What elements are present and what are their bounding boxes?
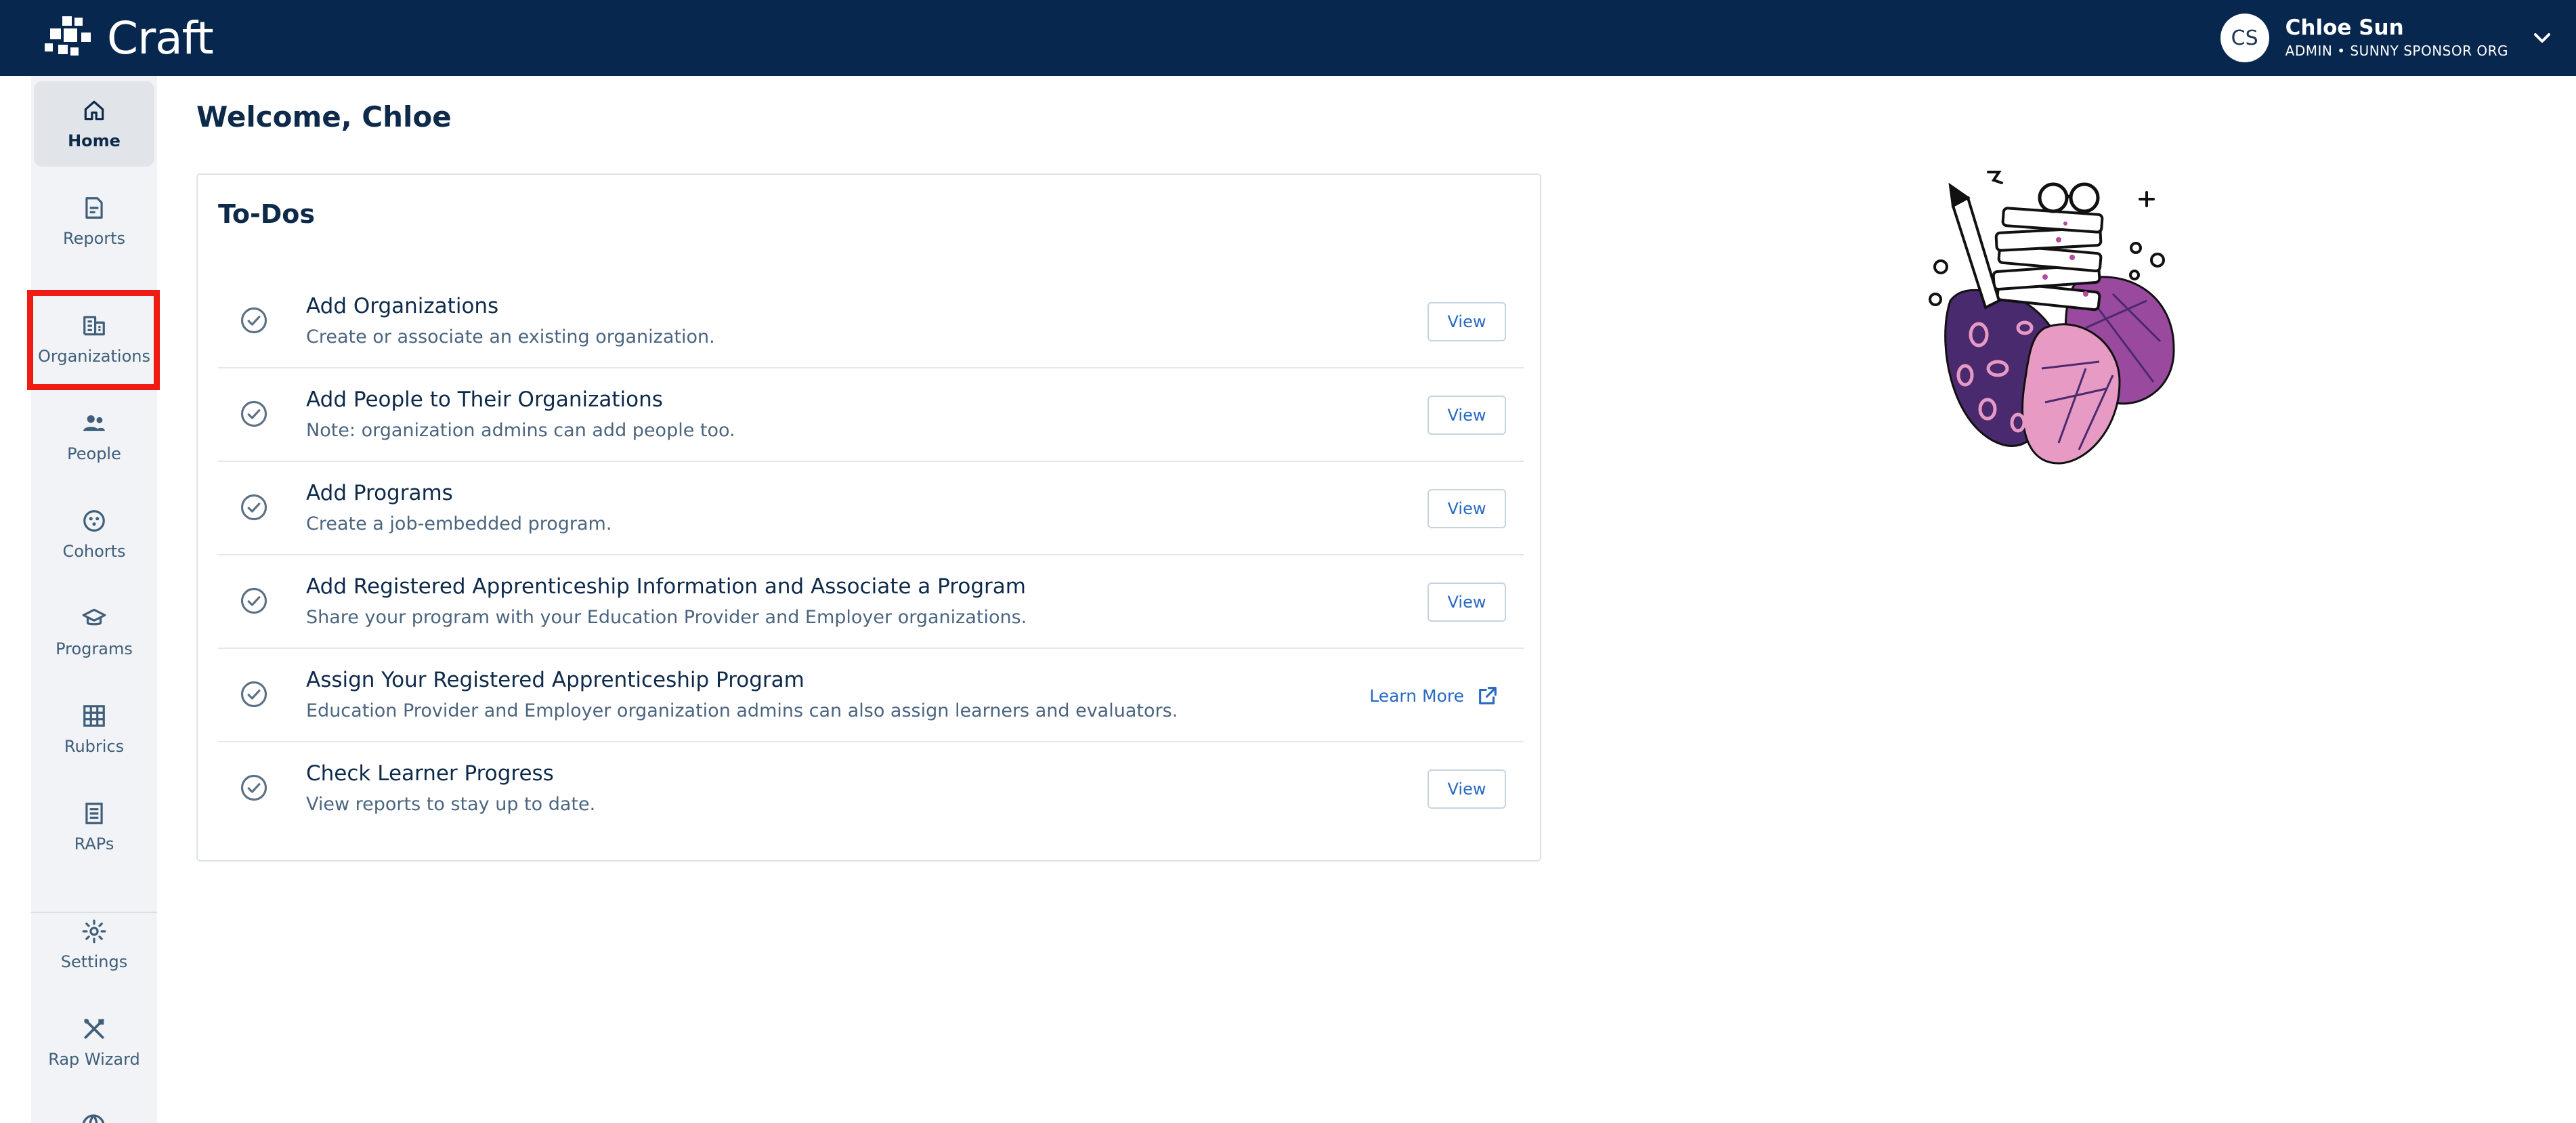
sidebar-item-label: Reports — [62, 229, 126, 248]
todo-title: Add Programs — [306, 481, 453, 505]
todo-description: Education Provider and Employer organiza… — [306, 700, 1178, 721]
user-role: ADMIN • SUNNY SPONSOR ORG — [2285, 43, 2508, 59]
avatar: CS — [2220, 14, 2269, 62]
todo-title: Check Learner Progress — [306, 761, 554, 786]
people-icon — [83, 415, 105, 431]
todo-description: Create or associate an existing organiza… — [306, 326, 715, 347]
sidebar-item-reports[interactable]: Reports — [34, 179, 154, 264]
books-illustration — [1929, 171, 2175, 465]
programs-icon — [82, 608, 106, 626]
sidebar-item-label: People — [67, 444, 121, 463]
todo-description: Note: organization admins can add people… — [306, 420, 735, 441]
sidebar-item-label: Rap Wizard — [48, 1050, 140, 1069]
view-button[interactable]: View — [1427, 302, 1506, 341]
sidebar-item-label: Programs — [56, 639, 133, 658]
check-circle-icon — [240, 400, 267, 427]
sidebar-item-rubrics[interactable]: Rubrics — [34, 687, 154, 772]
view-button[interactable]: View — [1427, 582, 1506, 622]
todo-title: Assign Your Registered Apprenticeship Pr… — [306, 668, 804, 692]
todos-card: To-Dos Add Organizations Create or assoc… — [196, 173, 1541, 862]
craft-logo[interactable]: Craft — [43, 11, 214, 65]
sidebar-item-people[interactable]: People — [34, 394, 154, 480]
page-title: Welcome, Chloe — [196, 100, 452, 133]
sidebar-item-rap-wizard[interactable]: Rap Wizard — [34, 1000, 154, 1085]
sidebar-item-programs[interactable]: Programs — [34, 589, 154, 675]
sidebar-item-label: RAPs — [74, 834, 114, 853]
list-item: Add Registered Apprenticeship Informatio… — [218, 555, 1524, 649]
learn-more-label: Learn More — [1369, 685, 1464, 706]
sidebar-item-home[interactable]: Home — [34, 81, 154, 167]
list-item: Check Learner Progress View reports to s… — [218, 742, 1524, 836]
sidebar-item-label: Home — [68, 131, 121, 150]
check-circle-icon — [240, 774, 267, 801]
globe-icon[interactable] — [80, 1112, 107, 1123]
cohorts-icon — [83, 510, 105, 532]
check-circle-icon — [240, 307, 267, 334]
list-item: Add Organizations Create or associate an… — [218, 275, 1524, 368]
external-link-icon — [1479, 687, 1497, 704]
top-bar: Craft CS Chloe Sun ADMIN • SUNNY SPONSOR… — [0, 0, 2576, 76]
raps-icon — [85, 803, 103, 824]
chevron-down-icon[interactable] — [2529, 24, 2556, 51]
sidebar-item-label: Settings — [60, 952, 128, 971]
sidebar: Home Reports Organizations People Cohort… — [31, 76, 157, 1123]
gear-icon — [82, 919, 106, 944]
todo-title: Add Registered Apprenticeship Informatio… — [306, 574, 1026, 599]
home-icon — [84, 100, 104, 121]
todo-description: View reports to stay up to date. — [306, 794, 596, 815]
learn-more-link[interactable]: Learn More — [1369, 680, 1499, 711]
user-menu[interactable]: CS Chloe Sun ADMIN • SUNNY SPONSOR ORG — [2220, 11, 2556, 65]
todo-description: Create a job-embedded program. — [306, 513, 612, 534]
list-item: Add People to Their Organizations Note: … — [218, 368, 1524, 462]
sidebar-item-label: Cohorts — [62, 542, 126, 561]
check-circle-icon — [240, 494, 267, 521]
view-button[interactable]: View — [1427, 489, 1506, 528]
list-item: Assign Your Registered Apprenticeship Pr… — [218, 649, 1524, 742]
todo-title: Add People to Their Organizations — [306, 387, 663, 412]
reports-icon — [85, 197, 103, 219]
sidebar-item-cohorts[interactable]: Cohorts — [34, 492, 154, 577]
rubrics-icon — [83, 705, 105, 727]
list-item: Add Programs Create a job-embedded progr… — [218, 462, 1524, 555]
todo-title: Add Organizations — [306, 294, 499, 318]
check-circle-icon — [240, 587, 267, 614]
logo-text: Craft — [107, 12, 214, 64]
wizard-icon — [84, 1019, 104, 1039]
user-name: Chloe Sun — [2285, 16, 2404, 40]
sidebar-item-settings[interactable]: Settings — [34, 902, 154, 988]
view-button[interactable]: View — [1427, 396, 1506, 435]
todos-title: To-Dos — [218, 199, 316, 229]
view-button[interactable]: View — [1427, 769, 1506, 809]
user-info: Chloe Sun ADMIN • SUNNY SPONSOR ORG — [2285, 15, 2508, 61]
sidebar-item-raps[interactable]: RAPs — [34, 784, 154, 870]
todo-description: Share your program with your Education P… — [306, 607, 1027, 628]
craft-logo-icon — [45, 16, 91, 56]
highlight-box — [27, 290, 160, 390]
check-circle-icon — [240, 681, 267, 708]
sidebar-item-label: Rubrics — [64, 737, 125, 756]
